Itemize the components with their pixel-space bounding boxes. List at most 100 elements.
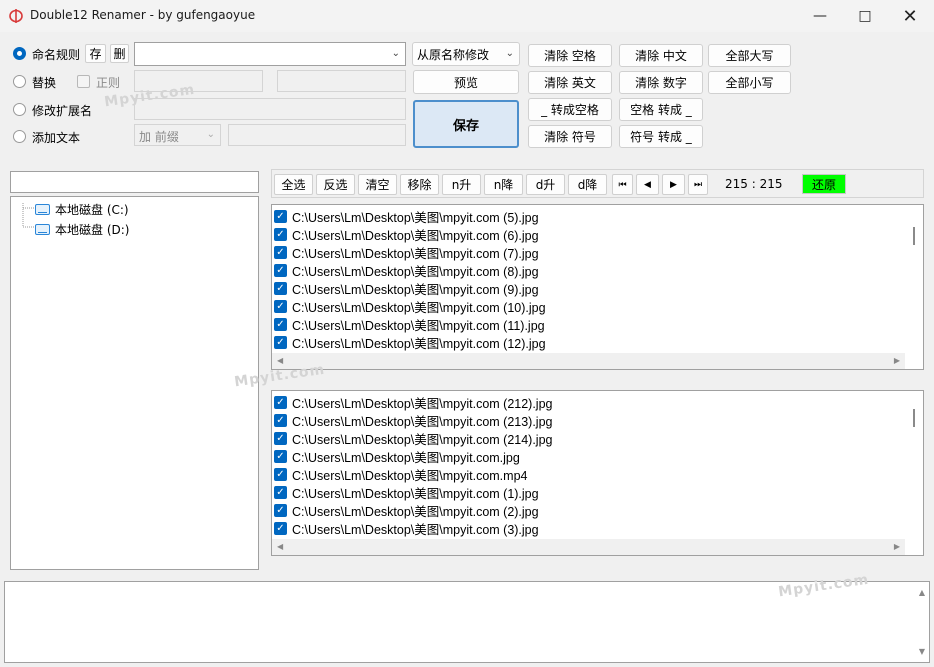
- last-page-icon[interactable]: ⏭: [688, 174, 708, 195]
- date-asc-button[interactable]: d升: [526, 174, 565, 195]
- scroll-left-icon[interactable]: ◀: [277, 356, 283, 365]
- horizontal-scrollbar[interactable]: ◀ ▶: [272, 353, 905, 369]
- app-logo-icon: [9, 9, 23, 23]
- preview-button[interactable]: 预览: [413, 70, 519, 94]
- minimize-icon[interactable]: —: [797, 0, 843, 32]
- scrollbar-thumb[interactable]: [913, 227, 915, 245]
- scroll-up-icon[interactable]: ▲: [919, 588, 925, 597]
- list-item[interactable]: ✓ C:\Users\Lm\Desktop\美图\mpyit.com (11).j…: [274, 315, 545, 333]
- date-desc-button[interactable]: d降: [568, 174, 607, 195]
- replace-with-input[interactable]: [277, 70, 406, 92]
- select-all-button[interactable]: 全选: [274, 174, 313, 195]
- add-position-select[interactable]: 加 前缀 ⌄: [134, 124, 221, 146]
- item-checkbox[interactable]: ✓: [274, 299, 287, 313]
- all-upper-button[interactable]: 全部大写: [708, 44, 791, 67]
- item-checkbox[interactable]: ✓: [274, 485, 287, 499]
- list-item[interactable]: ✓ C:\Users\Lm\Desktop\美图\mpyit.com (12).j…: [274, 333, 546, 351]
- list-item[interactable]: ✓ C:\Users\Lm\Desktop\美图\mpyit.com (3).jp…: [274, 519, 539, 537]
- item-checkbox[interactable]: ✓: [274, 395, 287, 409]
- list-item[interactable]: ✓ C:\Users\Lm\Desktop\美图\mpyit.com (7).jp…: [274, 243, 539, 261]
- file-path: C:\Users\Lm\Desktop\美图\mpyit.com (213).j…: [292, 414, 553, 429]
- scroll-right-icon[interactable]: ▶: [894, 542, 900, 551]
- source-mode-value: 从原名称修改: [417, 47, 490, 62]
- scroll-right-icon[interactable]: ▶: [894, 356, 900, 365]
- list-item[interactable]: ✓ C:\Users\Lm\Desktop\美图\mpyit.com.jpg: [274, 447, 520, 465]
- ext-input[interactable]: [134, 98, 406, 120]
- tree-item-label: 本地磁盘 (D:): [55, 223, 130, 237]
- item-checkbox[interactable]: ✓: [274, 521, 287, 535]
- clear-symbol-button[interactable]: 清除 符号: [528, 125, 612, 148]
- tree-item-label: 本地磁盘 (C:): [55, 203, 129, 217]
- item-checkbox[interactable]: ✓: [274, 281, 287, 295]
- clear-list-button[interactable]: 清空: [358, 174, 397, 195]
- prev-page-icon[interactable]: ◀: [636, 174, 659, 195]
- item-checkbox[interactable]: ✓: [274, 431, 287, 445]
- item-checkbox[interactable]: ✓: [274, 263, 287, 277]
- tree-item-d-drive[interactable]: 本地磁盘 (D:): [35, 221, 129, 238]
- file-path: C:\Users\Lm\Desktop\美图\mpyit.com (12).jp…: [292, 336, 546, 351]
- name-asc-button[interactable]: n升: [442, 174, 481, 195]
- symbol-to-underscore-button[interactable]: 符号 转成 _: [619, 125, 703, 148]
- replace-label: 替换: [32, 76, 57, 90]
- maximize-icon[interactable]: □: [842, 0, 888, 32]
- underscore-to-space-button[interactable]: _ 转成空格: [528, 98, 612, 121]
- list-item[interactable]: ✓ C:\Users\Lm\Desktop\美图\mpyit.com.mp4: [274, 465, 527, 483]
- list-item[interactable]: ✓ C:\Users\Lm\Desktop\美图\mpyit.com (214).…: [274, 429, 553, 447]
- clear-digits-button[interactable]: 清除 数字: [619, 71, 703, 94]
- add-text-input[interactable]: [228, 124, 406, 146]
- remove-button[interactable]: 移除: [400, 174, 439, 195]
- save-rule-button[interactable]: 存: [85, 44, 106, 63]
- file-path: C:\Users\Lm\Desktop\美图\mpyit.com (1).jpg: [292, 486, 539, 501]
- list-item[interactable]: ✓ C:\Users\Lm\Desktop\美图\mpyit.com (212).…: [274, 393, 553, 411]
- item-checkbox[interactable]: ✓: [274, 449, 287, 463]
- invert-selection-button[interactable]: 反选: [316, 174, 355, 195]
- list-item[interactable]: ✓ C:\Users\Lm\Desktop\美图\mpyit.com (5).jp…: [274, 207, 539, 225]
- all-lower-button[interactable]: 全部小写: [708, 71, 791, 94]
- delete-rule-button[interactable]: 删: [110, 44, 129, 63]
- scroll-down-icon[interactable]: ▼: [919, 647, 925, 656]
- list-item[interactable]: ✓ C:\Users\Lm\Desktop\美图\mpyit.com (8).jp…: [274, 261, 539, 279]
- restore-button[interactable]: 还原: [802, 174, 846, 194]
- replace-radio[interactable]: [13, 75, 26, 88]
- item-checkbox[interactable]: ✓: [274, 227, 287, 241]
- clear-space-button[interactable]: 清除 空格: [528, 44, 612, 67]
- scrollbar-thumb[interactable]: [913, 409, 915, 427]
- file-list-preview[interactable]: ✓ C:\Users\Lm\Desktop\美图\mpyit.com (212).…: [271, 390, 924, 556]
- rule-combobox[interactable]: ⌄: [134, 42, 406, 66]
- add-position-value: 加 前缀: [139, 130, 179, 144]
- tree-item-c-drive[interactable]: 本地磁盘 (C:): [35, 201, 129, 218]
- file-path: C:\Users\Lm\Desktop\美图\mpyit.com (2).jpg: [292, 504, 539, 519]
- list-item[interactable]: ✓ C:\Users\Lm\Desktop\美图\mpyit.com (9).jp…: [274, 279, 539, 297]
- item-checkbox[interactable]: ✓: [274, 317, 287, 331]
- clear-chinese-button[interactable]: 清除 中文: [619, 44, 703, 67]
- item-checkbox[interactable]: ✓: [274, 467, 287, 481]
- ext-radio[interactable]: [13, 103, 26, 116]
- space-to-underscore-button[interactable]: 空格 转成 _: [619, 98, 703, 121]
- clear-english-button[interactable]: 清除 英文: [528, 71, 612, 94]
- regex-checkbox[interactable]: [77, 75, 90, 88]
- next-page-icon[interactable]: ▶: [662, 174, 685, 195]
- list-item[interactable]: ✓ C:\Users\Lm\Desktop\美图\mpyit.com (1).jp…: [274, 483, 539, 501]
- first-page-icon[interactable]: ⏮: [612, 174, 633, 195]
- scroll-left-icon[interactable]: ◀: [277, 542, 283, 551]
- source-mode-select[interactable]: 从原名称修改 ⌄: [412, 42, 520, 66]
- path-input[interactable]: [10, 171, 259, 193]
- item-checkbox[interactable]: ✓: [274, 413, 287, 427]
- list-item[interactable]: ✓ C:\Users\Lm\Desktop\美图\mpyit.com (6).jp…: [274, 225, 539, 243]
- close-icon[interactable]: ✕: [887, 0, 933, 32]
- save-button[interactable]: 保存: [413, 100, 519, 148]
- list-item[interactable]: ✓ C:\Users\Lm\Desktop\美图\mpyit.com (2).jp…: [274, 501, 539, 519]
- ext-label: 修改扩展名: [32, 104, 93, 118]
- list-item[interactable]: ✓ C:\Users\Lm\Desktop\美图\mpyit.com (213).…: [274, 411, 553, 429]
- item-checkbox[interactable]: ✓: [274, 335, 287, 349]
- file-list-original[interactable]: ✓ C:\Users\Lm\Desktop\美图\mpyit.com (5).jp…: [271, 204, 924, 370]
- name-desc-button[interactable]: n降: [484, 174, 523, 195]
- add-text-radio[interactable]: [13, 130, 26, 143]
- folder-tree[interactable]: 本地磁盘 (C:) 本地磁盘 (D:): [10, 196, 259, 570]
- item-checkbox[interactable]: ✓: [274, 245, 287, 259]
- item-checkbox[interactable]: ✓: [274, 209, 287, 223]
- list-item[interactable]: ✓ C:\Users\Lm\Desktop\美图\mpyit.com (10).j…: [274, 297, 546, 315]
- horizontal-scrollbar[interactable]: ◀ ▶: [272, 539, 905, 555]
- rule-radio[interactable]: [13, 47, 26, 60]
- item-checkbox[interactable]: ✓: [274, 503, 287, 517]
